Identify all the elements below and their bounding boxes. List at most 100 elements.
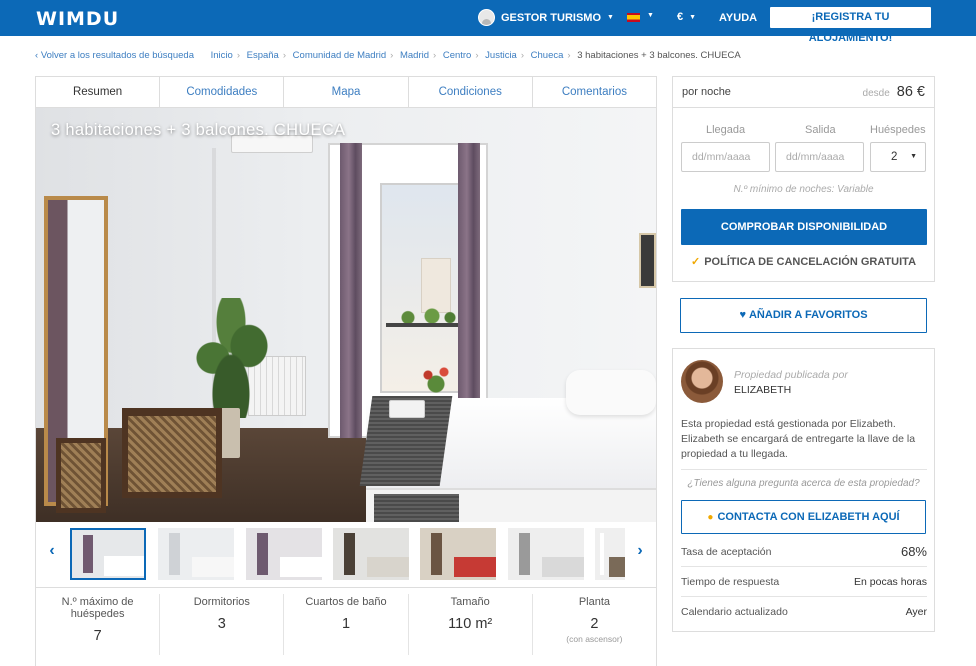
thumbnail[interactable] xyxy=(420,528,496,580)
caret-down-icon: ▼ xyxy=(607,14,614,21)
currency-label: € xyxy=(677,11,684,23)
chevron-left-icon[interactable]: ‹ xyxy=(42,542,62,560)
tab-comodidades[interactable]: Comodidades xyxy=(160,77,285,107)
back-to-results-link[interactable]: ‹ Volver a los resultados de búsqueda xyxy=(35,50,194,61)
breadcrumb-item[interactable]: Inicio xyxy=(211,50,233,61)
tab-mapa[interactable]: Mapa xyxy=(284,77,409,107)
guests-label: Huéspedes xyxy=(870,124,926,136)
booking-price-header: por noche desde 86 € xyxy=(673,77,934,108)
photo-blanket xyxy=(374,494,459,522)
photo-balcony-plants xyxy=(396,308,456,324)
host-name[interactable]: ELIZABETH xyxy=(734,384,791,396)
breadcrumb-item[interactable]: Comunidad de Madrid xyxy=(293,50,386,61)
stat-label: Tasa de aceptación xyxy=(681,545,772,558)
fact-bedrooms: Dormitorios 3 xyxy=(160,594,285,655)
chat-bubble-icon: ● xyxy=(707,512,714,523)
user-menu[interactable]: GESTOR TURISMO ▼ xyxy=(478,9,614,26)
checkout-input[interactable]: dd/mm/aaaa xyxy=(775,142,864,172)
photo-chair xyxy=(56,438,106,513)
thumbnail[interactable] xyxy=(158,528,234,580)
add-to-favorites-button[interactable]: ♥ AÑADIR A FAVORITOS xyxy=(680,298,927,333)
user-menu-label: GESTOR TURISMO xyxy=(501,11,602,24)
listing-tabs: Resumen Comodidades Mapa Condiciones Com… xyxy=(36,77,656,108)
heart-icon: ♥ xyxy=(739,309,746,321)
register-property-button[interactable]: ¡REGISTRA TU ALOJAMIENTO! xyxy=(770,7,931,44)
help-link[interactable]: AYUDA xyxy=(719,12,757,24)
breadcrumb-separator-icon: › xyxy=(520,50,525,61)
thumbnail[interactable] xyxy=(595,528,625,580)
photo-pillow xyxy=(566,370,656,415)
thumbnail[interactable] xyxy=(246,528,322,580)
checkin-input[interactable]: dd/mm/aaaa xyxy=(681,142,770,172)
breadcrumb: ‹ Volver a los resultados de búsqueda In… xyxy=(35,50,741,61)
fact-bathrooms: Cuartos de baño 1 xyxy=(284,594,409,655)
breadcrumb-separator-icon: › xyxy=(433,50,437,61)
host-description: Esta propiedad está gestionada por Eliza… xyxy=(681,418,916,460)
stat-value: En pocas horas xyxy=(854,575,927,588)
check-mark-icon: ✓ xyxy=(690,256,701,268)
contact-host-button[interactable]: ● CONTACTA CON ELIZABETH AQUÍ xyxy=(681,500,926,534)
guests-select[interactable]: 2 ▼ xyxy=(870,142,926,172)
tab-resumen[interactable]: Resumen xyxy=(36,77,161,107)
published-by-label: Propiedad publicada por xyxy=(734,369,848,381)
thumbnail[interactable] xyxy=(70,528,146,580)
breadcrumb-item[interactable]: Justicia xyxy=(485,50,517,61)
fact-label: Cuartos de baño xyxy=(305,596,387,608)
fact-floor: Planta 2 (con ascensor) xyxy=(533,594,656,655)
divider xyxy=(681,469,927,470)
stat-value: Ayer xyxy=(905,606,927,618)
currency-selector[interactable]: € ▼ xyxy=(677,11,696,23)
breadcrumb-separator-icon: › xyxy=(390,50,394,61)
thumbnail[interactable] xyxy=(508,528,584,580)
fact-value: 2 xyxy=(590,616,599,632)
fact-value: 1 xyxy=(341,616,351,632)
spain-flag-icon[interactable] xyxy=(627,13,640,22)
fact-value: 110 m² xyxy=(448,616,493,632)
main-photo[interactable]: 3 habitaciones + 3 balcones. CHUECA xyxy=(36,108,656,522)
wimdu-logo[interactable]: WIMDU xyxy=(36,8,119,30)
tab-condiciones[interactable]: Condiciones xyxy=(409,77,533,107)
photo-picture-frame xyxy=(639,233,656,288)
property-facts: N.º máximo de huéspedes 7 Dormitorios 3 … xyxy=(36,588,656,661)
breadcrumb-separator-icon: › xyxy=(282,50,287,61)
photo-balcony-rail xyxy=(386,323,460,327)
fact-label: Dormitorios xyxy=(193,596,250,608)
booking-box: por noche desde 86 € Llegada Salida Hués… xyxy=(672,76,935,282)
thumbnail[interactable] xyxy=(333,528,409,580)
checkin-label: Llegada xyxy=(706,124,746,136)
breadcrumb-item[interactable]: Madrid xyxy=(400,50,429,61)
host-avatar[interactable] xyxy=(681,360,723,403)
photo-curtain xyxy=(458,143,480,403)
photo-chair xyxy=(122,408,222,498)
breadcrumb-item[interactable]: España xyxy=(247,50,279,61)
per-night-label: por noche xyxy=(682,86,731,98)
stat-response-time: Tiempo de respuesta En pocas horas xyxy=(681,567,927,597)
listing-main-panel: Resumen Comodidades Mapa Condiciones Com… xyxy=(35,76,657,666)
fact-size: Tamaño 110 m² xyxy=(409,594,533,655)
breadcrumb-item[interactable]: Centro xyxy=(443,50,472,61)
fact-value: 3 xyxy=(217,616,226,632)
top-navbar: WIMDU GESTOR TURISMO ▼ ▼ € ▼ AYUDA ¡REGI… xyxy=(0,0,976,44)
free-cancellation-link[interactable]: ✓ POLÍTICA DE CANCELACIÓN GRATUITA xyxy=(673,255,934,268)
photo-towels xyxy=(389,400,425,418)
stat-label: Calendario actualizado xyxy=(681,606,788,618)
caret-down-icon: ▼ xyxy=(689,13,697,21)
tab-comentarios[interactable]: Comentarios xyxy=(533,77,656,107)
fact-label: Tamaño xyxy=(450,596,490,608)
caret-down-icon[interactable]: ▼ xyxy=(647,12,654,19)
fact-sub: (con ascensor) xyxy=(566,634,623,644)
from-label: desde xyxy=(862,88,890,99)
breadcrumb-separator-icon: › xyxy=(567,50,571,61)
breadcrumb-item[interactable]: Chueca xyxy=(531,50,564,61)
host-question: ¿Tienes alguna pregunta acerca de esta p… xyxy=(687,478,920,489)
photo-flowers xyxy=(416,363,456,393)
fact-label: Planta xyxy=(578,596,611,608)
photo-building xyxy=(421,258,451,313)
stat-label: Tiempo de respuesta xyxy=(681,575,780,588)
fact-label: N.º máximo de huéspedes xyxy=(61,596,134,620)
chevron-right-icon[interactable]: › xyxy=(630,542,650,560)
check-availability-button[interactable]: COMPROBAR DISPONIBILIDAD xyxy=(681,209,927,245)
photo-curtain xyxy=(340,143,362,438)
listing-title: 3 habitaciones + 3 balcones. CHUECA xyxy=(51,121,346,139)
stat-calendar-updated: Calendario actualizado Ayer xyxy=(681,597,927,627)
